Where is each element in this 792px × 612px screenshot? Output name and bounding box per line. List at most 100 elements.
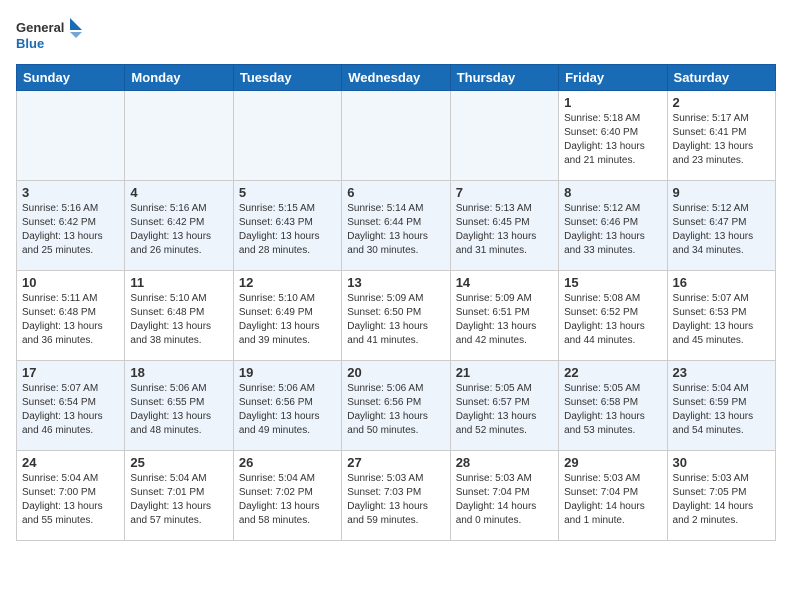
day-number: 15 — [564, 275, 661, 290]
day-info: Sunrise: 5:18 AM Sunset: 6:40 PM Dayligh… — [564, 112, 661, 168]
calendar-cell: 16 Sunrise: 5:07 AM Sunset: 6:53 PM Dayli… — [667, 271, 775, 361]
day-info: Sunrise: 5:11 AM Sunset: 6:48 PM Dayligh… — [22, 292, 119, 348]
calendar-cell: 13 Sunrise: 5:09 AM Sunset: 6:50 PM Dayli… — [342, 271, 450, 361]
day-info: Sunrise: 5:12 AM Sunset: 6:47 PM Dayligh… — [673, 202, 770, 258]
calendar-cell: 10 Sunrise: 5:11 AM Sunset: 6:48 PM Dayli… — [17, 271, 125, 361]
calendar-cell: 23Sunrise: 5:04 AM Sunset: 6:59 PM Dayli… — [667, 361, 775, 451]
day-info: Sunrise: 5:06 AM Sunset: 6:55 PM Dayligh… — [130, 382, 227, 438]
svg-text:Blue: Blue — [16, 36, 44, 51]
calendar-cell: 9 Sunrise: 5:12 AM Sunset: 6:47 PM Daylig… — [667, 181, 775, 271]
calendar-cell: 2 Sunrise: 5:17 AM Sunset: 6:41 PM Daylig… — [667, 91, 775, 181]
day-of-week-header: Monday — [125, 65, 233, 91]
calendar-cell: 11 Sunrise: 5:10 AM Sunset: 6:48 PM Dayli… — [125, 271, 233, 361]
calendar-cell: 3Sunrise: 5:16 AM Sunset: 6:42 PM Daylig… — [17, 181, 125, 271]
day-number: 19 — [239, 365, 336, 380]
day-number: 20 — [347, 365, 444, 380]
calendar-cell: 15 Sunrise: 5:08 AM Sunset: 6:52 PM Dayli… — [559, 271, 667, 361]
calendar-cell — [342, 91, 450, 181]
calendar-cell: 28 Sunrise: 5:03 AM Sunset: 7:04 PM Dayli… — [450, 451, 558, 541]
day-number: 18 — [130, 365, 227, 380]
day-of-week-header: Saturday — [667, 65, 775, 91]
calendar-cell: 7 Sunrise: 5:13 AM Sunset: 6:45 PM Daylig… — [450, 181, 558, 271]
day-number: 11 — [130, 275, 227, 290]
day-number: 21 — [456, 365, 553, 380]
day-info: Sunrise: 5:09 AM Sunset: 6:50 PM Dayligh… — [347, 292, 444, 348]
day-info: Sunrise: 5:06 AM Sunset: 6:56 PM Dayligh… — [239, 382, 336, 438]
day-info: Sunrise: 5:10 AM Sunset: 6:48 PM Dayligh… — [130, 292, 227, 348]
day-info: Sunrise: 5:06 AM Sunset: 6:56 PM Dayligh… — [347, 382, 444, 438]
day-info: Sunrise: 5:17 AM Sunset: 6:41 PM Dayligh… — [673, 112, 770, 168]
calendar-cell: 22 Sunrise: 5:05 AM Sunset: 6:58 PM Dayli… — [559, 361, 667, 451]
day-info: Sunrise: 5:03 AM Sunset: 7:04 PM Dayligh… — [564, 472, 661, 528]
day-number: 12 — [239, 275, 336, 290]
day-info: Sunrise: 5:05 AM Sunset: 6:57 PM Dayligh… — [456, 382, 553, 438]
week-row: 1 Sunrise: 5:18 AM Sunset: 6:40 PM Daylig… — [17, 91, 776, 181]
day-info: Sunrise: 5:03 AM Sunset: 7:03 PM Dayligh… — [347, 472, 444, 528]
logo-svg: General Blue — [16, 16, 86, 56]
day-info: Sunrise: 5:16 AM Sunset: 6:42 PM Dayligh… — [130, 202, 227, 258]
day-info: Sunrise: 5:04 AM Sunset: 7:00 PM Dayligh… — [22, 472, 119, 528]
day-info: Sunrise: 5:03 AM Sunset: 7:05 PM Dayligh… — [673, 472, 770, 528]
day-number: 4 — [130, 185, 227, 200]
week-row: 24 Sunrise: 5:04 AM Sunset: 7:00 PM Dayli… — [17, 451, 776, 541]
calendar-cell: 18 Sunrise: 5:06 AM Sunset: 6:55 PM Dayli… — [125, 361, 233, 451]
day-info: Sunrise: 5:13 AM Sunset: 6:45 PM Dayligh… — [456, 202, 553, 258]
calendar-cell: 4 Sunrise: 5:16 AM Sunset: 6:42 PM Daylig… — [125, 181, 233, 271]
calendar-cell: 26 Sunrise: 5:04 AM Sunset: 7:02 PM Dayli… — [233, 451, 341, 541]
day-number: 22 — [564, 365, 661, 380]
calendar-cell — [450, 91, 558, 181]
day-number: 27 — [347, 455, 444, 470]
day-of-week-header: Thursday — [450, 65, 558, 91]
day-info: Sunrise: 5:05 AM Sunset: 6:58 PM Dayligh… — [564, 382, 661, 438]
logo: General Blue — [16, 16, 86, 56]
day-number: 24 — [22, 455, 119, 470]
calendar-cell: 30Sunrise: 5:03 AM Sunset: 7:05 PM Dayli… — [667, 451, 775, 541]
day-number: 16 — [673, 275, 770, 290]
day-number: 23 — [673, 365, 770, 380]
day-number: 13 — [347, 275, 444, 290]
calendar-cell: 8 Sunrise: 5:12 AM Sunset: 6:46 PM Daylig… — [559, 181, 667, 271]
day-info: Sunrise: 5:04 AM Sunset: 7:02 PM Dayligh… — [239, 472, 336, 528]
day-number: 28 — [456, 455, 553, 470]
day-info: Sunrise: 5:07 AM Sunset: 6:53 PM Dayligh… — [673, 292, 770, 348]
calendar-cell: 5 Sunrise: 5:15 AM Sunset: 6:43 PM Daylig… — [233, 181, 341, 271]
page-header: General Blue — [16, 16, 776, 56]
day-of-week-header: Tuesday — [233, 65, 341, 91]
day-number: 10 — [22, 275, 119, 290]
day-info: Sunrise: 5:12 AM Sunset: 6:46 PM Dayligh… — [564, 202, 661, 258]
calendar-cell: 12 Sunrise: 5:10 AM Sunset: 6:49 PM Dayli… — [233, 271, 341, 361]
day-info: Sunrise: 5:07 AM Sunset: 6:54 PM Dayligh… — [22, 382, 119, 438]
calendar-cell: 17 Sunrise: 5:07 AM Sunset: 6:54 PM Dayli… — [17, 361, 125, 451]
calendar-cell: 25 Sunrise: 5:04 AM Sunset: 7:01 PM Dayli… — [125, 451, 233, 541]
day-of-week-header: Wednesday — [342, 65, 450, 91]
day-of-week-header: Sunday — [17, 65, 125, 91]
day-info: Sunrise: 5:10 AM Sunset: 6:49 PM Dayligh… — [239, 292, 336, 348]
day-number: 17 — [22, 365, 119, 380]
week-row: 10 Sunrise: 5:11 AM Sunset: 6:48 PM Dayli… — [17, 271, 776, 361]
calendar-cell: 24 Sunrise: 5:04 AM Sunset: 7:00 PM Dayli… — [17, 451, 125, 541]
calendar-cell: 14Sunrise: 5:09 AM Sunset: 6:51 PM Dayli… — [450, 271, 558, 361]
week-row: 3 Sunrise: 5:16 AM Sunset: 6:42 PM Daylig… — [17, 181, 776, 271]
svg-text:General: General — [16, 20, 64, 35]
day-number: 14 — [456, 275, 553, 290]
calendar-cell — [233, 91, 341, 181]
day-info: Sunrise: 5:03 AM Sunset: 7:04 PM Dayligh… — [456, 472, 553, 528]
day-info: Sunrise: 5:04 AM Sunset: 7:01 PM Dayligh… — [130, 472, 227, 528]
day-number: 5 — [239, 185, 336, 200]
calendar-cell: 29Sunrise: 5:03 AM Sunset: 7:04 PM Dayli… — [559, 451, 667, 541]
day-number: 6 — [347, 185, 444, 200]
calendar-cell: 21 Sunrise: 5:05 AM Sunset: 6:57 PM Dayli… — [450, 361, 558, 451]
day-number: 3 — [22, 185, 119, 200]
day-number: 8 — [564, 185, 661, 200]
week-row: 17 Sunrise: 5:07 AM Sunset: 6:54 PM Dayli… — [17, 361, 776, 451]
day-number: 7 — [456, 185, 553, 200]
day-number: 2 — [673, 95, 770, 110]
day-number: 9 — [673, 185, 770, 200]
day-number: 1 — [564, 95, 661, 110]
day-number: 26 — [239, 455, 336, 470]
calendar-header-row: SundayMondayTuesdayWednesdayThursdayFrid… — [17, 65, 776, 91]
day-number: 25 — [130, 455, 227, 470]
day-info: Sunrise: 5:14 AM Sunset: 6:44 PM Dayligh… — [347, 202, 444, 258]
day-info: Sunrise: 5:08 AM Sunset: 6:52 PM Dayligh… — [564, 292, 661, 348]
day-info: Sunrise: 5:15 AM Sunset: 6:43 PM Dayligh… — [239, 202, 336, 258]
